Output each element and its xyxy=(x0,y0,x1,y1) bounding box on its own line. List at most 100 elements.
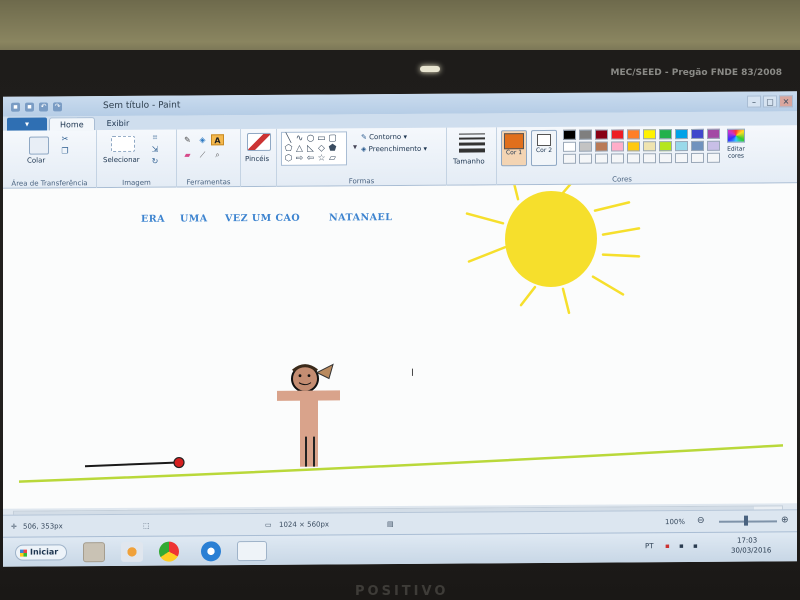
palette-swatch-empty[interactable] xyxy=(707,152,720,163)
arrow-right-shape-icon[interactable]: ⇨ xyxy=(294,154,305,164)
edit-colors-button[interactable]: Editar cores xyxy=(723,146,749,160)
palette-swatch[interactable] xyxy=(579,141,592,152)
palette-swatch[interactable] xyxy=(611,141,624,152)
drawing-canvas[interactable]: ERA UMA VEZ UM CAO NATANAEL I xyxy=(3,183,797,509)
star-shape-icon[interactable]: ☆ xyxy=(316,154,327,164)
tab-home[interactable]: Home xyxy=(49,117,95,131)
palette-swatch[interactable] xyxy=(627,129,640,140)
color2-button[interactable]: Cor 2 xyxy=(531,129,557,167)
palette-swatch-empty[interactable] xyxy=(627,153,640,164)
zoom-out-button[interactable]: ⊖ xyxy=(697,516,705,526)
palette-swatch[interactable] xyxy=(707,128,720,139)
palette-swatch[interactable] xyxy=(659,141,672,152)
redo-icon[interactable]: ↷ xyxy=(53,101,62,111)
arrow-left-shape-icon[interactable]: ⇦ xyxy=(305,154,316,164)
palette-swatch[interactable] xyxy=(563,129,576,140)
crop-icon[interactable]: ⌗ xyxy=(149,133,161,143)
security-tray-icon[interactable]: ▪ xyxy=(665,542,670,550)
palette-swatch-empty[interactable] xyxy=(691,152,704,163)
palette-swatch-empty[interactable] xyxy=(675,152,688,164)
palette-swatch[interactable] xyxy=(563,141,576,152)
save-icon[interactable]: ▪ xyxy=(25,102,34,112)
callout-shape-icon[interactable]: ▱ xyxy=(327,153,338,163)
file-explorer-icon[interactable] xyxy=(83,542,105,563)
fill-bucket-icon[interactable]: ◈ xyxy=(196,134,209,145)
outline-dropdown[interactable]: ✎ Contorno ▾ xyxy=(361,133,407,141)
palette-swatch-empty[interactable] xyxy=(611,153,624,164)
palette-swatch[interactable] xyxy=(643,141,656,152)
curve-shape-icon[interactable]: ∿ xyxy=(294,134,305,144)
zoom-slider-knob[interactable] xyxy=(744,515,748,526)
color-picker-icon[interactable]: ⟋ xyxy=(196,149,209,160)
palette-swatch[interactable] xyxy=(595,129,608,140)
paste-button[interactable]: Colar xyxy=(27,156,45,164)
palette-swatch-empty[interactable] xyxy=(643,153,656,164)
brushes-button[interactable]: Pincéis xyxy=(245,155,269,163)
maximize-button[interactable]: □ xyxy=(763,95,777,108)
brush-icon[interactable] xyxy=(247,132,271,152)
cut-icon[interactable]: ✂ xyxy=(59,134,71,144)
hexagon-shape-icon[interactable]: ⬡ xyxy=(283,154,294,164)
chrome-icon[interactable] xyxy=(159,541,179,562)
palette-swatch[interactable] xyxy=(675,140,688,152)
palette-swatch[interactable] xyxy=(611,129,624,140)
undo-icon[interactable]: ↶ xyxy=(39,101,48,112)
palette-swatch[interactable] xyxy=(659,129,672,140)
image-group-label: Imagem xyxy=(122,178,151,187)
media-player-icon[interactable] xyxy=(121,541,143,562)
fill-dropdown[interactable]: ◈ Preenchimento ▾ xyxy=(361,145,427,153)
size-button[interactable]: Tamanho xyxy=(453,157,485,165)
paint-menu-button[interactable]: ▾ xyxy=(7,117,47,131)
magnifier-icon[interactable]: ⌕ xyxy=(211,149,224,160)
resize-icon[interactable]: ⇲ xyxy=(149,145,161,155)
webcam-light xyxy=(420,66,440,72)
pencil-icon[interactable]: ✎ xyxy=(181,134,194,145)
select-icon[interactable] xyxy=(111,135,135,153)
palette-swatch[interactable] xyxy=(579,129,592,140)
rectangle-shape-icon[interactable]: ▭ xyxy=(316,134,327,144)
eraser-icon[interactable]: ▰ xyxy=(181,149,194,160)
palette-swatch-empty[interactable] xyxy=(595,153,608,164)
text-tool-icon[interactable]: A xyxy=(211,134,224,146)
palette-swatch[interactable] xyxy=(595,141,608,152)
shapes-scroll-icon[interactable]: ▾ xyxy=(349,142,361,152)
colors-group: Cor 1 Cor 2 Editar cores Cores xyxy=(497,126,747,186)
palette-swatch[interactable] xyxy=(691,140,704,151)
palette-swatch[interactable] xyxy=(675,128,688,140)
edit-colors-icon[interactable] xyxy=(727,128,745,143)
internet-explorer-icon[interactable] xyxy=(201,541,221,562)
zoom-slider[interactable] xyxy=(719,520,777,523)
palette-swatch[interactable] xyxy=(643,129,656,140)
tab-view[interactable]: Exibir xyxy=(97,117,140,130)
palette-swatch-empty[interactable] xyxy=(579,153,592,164)
line-shape-icon[interactable]: ╲ xyxy=(283,134,294,144)
palette-swatch[interactable] xyxy=(627,141,640,152)
diamond-shape-icon[interactable]: ◇ xyxy=(316,144,327,154)
size-lines-icon[interactable] xyxy=(459,133,485,153)
pentagon-shape-icon[interactable]: ⬟ xyxy=(327,143,338,153)
network-tray-icon[interactable]: ▪ xyxy=(679,542,684,550)
zoom-in-button[interactable]: ⊕ xyxy=(781,515,789,525)
start-button[interactable]: Iniciar xyxy=(15,544,67,561)
minimize-button[interactable]: – xyxy=(747,95,761,108)
language-indicator[interactable]: PT xyxy=(645,542,654,550)
close-button[interactable]: ✕ xyxy=(779,95,793,108)
cursor-position-icon: ✛ xyxy=(11,522,17,531)
triangle-shape-icon[interactable]: △ xyxy=(294,144,305,154)
palette-swatch-empty[interactable] xyxy=(659,153,672,164)
palette-swatch[interactable] xyxy=(691,128,704,139)
paste-icon[interactable] xyxy=(29,136,49,155)
palette-swatch-empty[interactable] xyxy=(563,153,576,164)
select-button[interactable]: Selecionar xyxy=(103,156,140,164)
rounded-rect-shape-icon[interactable]: ▢ xyxy=(327,133,338,143)
copy-icon[interactable]: ❐ xyxy=(59,146,71,156)
oval-shape-icon[interactable]: ○ xyxy=(305,134,316,144)
volume-tray-icon[interactable]: ▪ xyxy=(693,542,698,550)
right-triangle-shape-icon[interactable]: ◺ xyxy=(305,144,316,154)
polygon-shape-icon[interactable]: ⬠ xyxy=(283,144,294,154)
rotate-icon[interactable]: ↻ xyxy=(149,157,161,167)
palette-swatch[interactable] xyxy=(707,140,720,151)
paint-app-icon[interactable]: ▪ xyxy=(11,102,20,112)
paint-taskbar-icon[interactable] xyxy=(237,540,267,562)
color1-button[interactable]: Cor 1 xyxy=(501,130,527,167)
